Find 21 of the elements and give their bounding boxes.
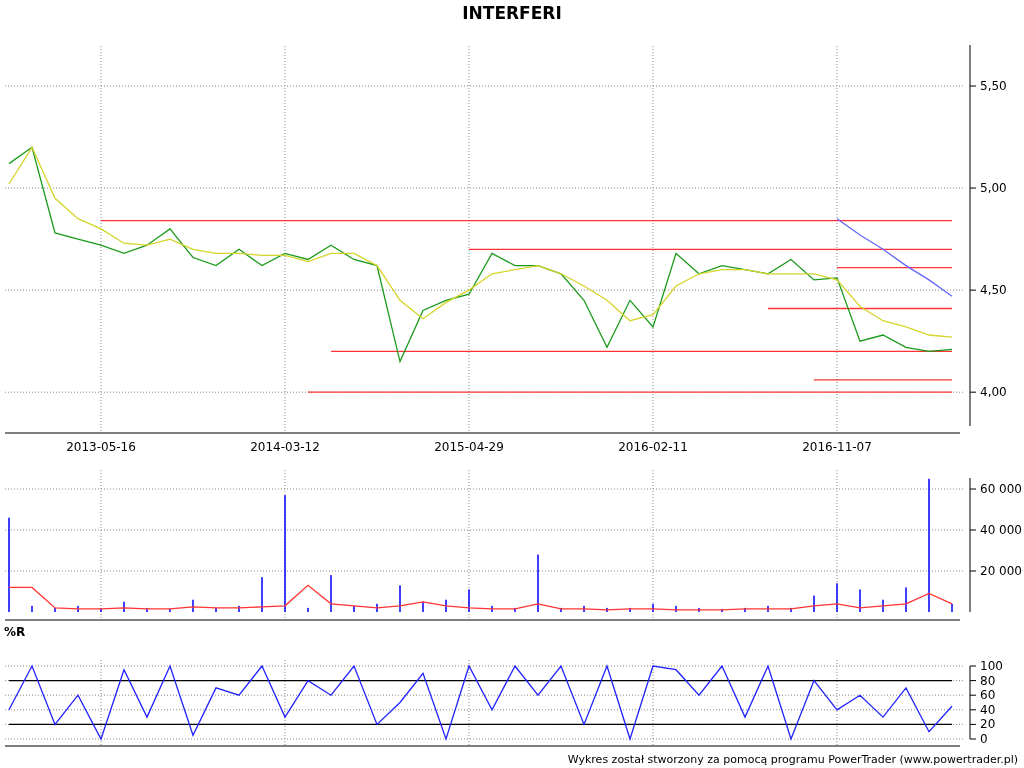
axis-label: 60	[980, 688, 996, 703]
axis-label: 80	[980, 673, 996, 688]
axis-label: 20	[980, 717, 996, 732]
axis-label: 5,50	[980, 79, 1007, 93]
footer-credit: Wykres został stworzony za pomocą programu PowerTrader (www.powertrader.pl)	[567, 752, 1018, 766]
axis-label: 2015-04-29	[434, 440, 504, 454]
chart-title: INTERFERI	[461, 2, 563, 25]
axis-label: 20 000	[980, 564, 1022, 578]
axis-label: 4,00	[980, 385, 1007, 400]
axis-label: 40	[980, 702, 996, 717]
indicator-label: %R	[4, 625, 26, 639]
axis-label: 2016-02-11	[618, 440, 688, 454]
axis-label: 4,50	[980, 283, 1007, 298]
axis-label: 5,00	[980, 181, 1007, 196]
axis-label: 40 000	[980, 523, 1022, 537]
axis-label: 2016-11-07	[802, 440, 872, 454]
axis-label: 60 000	[980, 482, 1022, 496]
axis-label: 2013-05-16	[66, 440, 136, 454]
axis-label: 100	[980, 659, 1003, 673]
axis-label: 0	[980, 732, 988, 746]
axis-label: 2014-03-12	[250, 440, 320, 454]
